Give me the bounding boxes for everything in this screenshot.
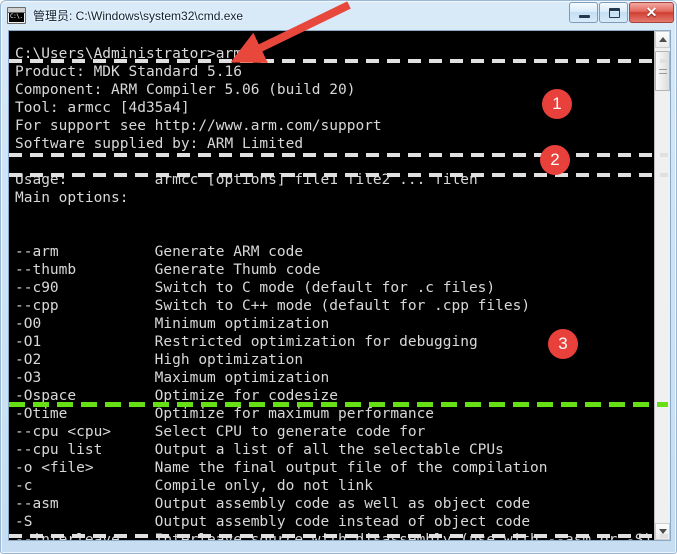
console-line: For support see http://www.arm.com/suppo… (15, 118, 382, 134)
title-bar[interactable]: C:\. 管理员: C:\Windows\system32\cmd.exe ✕ (1, 1, 677, 29)
annotation-badge-1: 1 (542, 89, 572, 119)
console-line: -O3 Maximum optimization (15, 370, 330, 386)
console-line: --c90 Switch to C mode (default for .c f… (15, 280, 496, 296)
console-line: --cpp Switch to C++ mode (default for .c… (15, 298, 531, 314)
console-line: Main options: (15, 190, 129, 206)
console-line: --asm Output assembly code as well as ob… (15, 496, 531, 512)
console-line: -Otime Optimize for maximum performance (15, 406, 435, 422)
console-line: -c Compile only, do not link (15, 478, 373, 494)
maximize-button[interactable] (599, 2, 628, 23)
console-output: C:\Users\Administrator>armcc Product: MDK… (15, 45, 655, 540)
annotation-dashed-line-green (9, 402, 668, 407)
icon-screen-text: C:\. (9, 12, 24, 22)
annotation-dashed-line-white (9, 173, 668, 177)
minimize-button[interactable] (569, 2, 598, 23)
annotation-dashed-line-white (9, 534, 668, 538)
annotation-dashed-line-white (9, 59, 668, 63)
scrollbar-thumb[interactable] (655, 51, 670, 91)
console-line: -S Output assembly code instead of objec… (15, 514, 531, 530)
scroll-up-button[interactable] (655, 31, 670, 48)
annotation-badge-2: 2 (540, 145, 570, 175)
vertical-scrollbar[interactable] (654, 31, 670, 540)
scrollbar-grip-line (659, 73, 667, 74)
chevron-up-icon (659, 37, 667, 42)
cmd-console-icon: C:\. (7, 6, 26, 24)
console-line: Product: MDK Standard 5.16 (15, 64, 242, 80)
minimize-icon (579, 15, 590, 18)
window-title: 管理员: C:\Windows\system32\cmd.exe (33, 8, 244, 23)
close-button[interactable]: ✕ (629, 2, 674, 23)
console-line: --thumb Generate Thumb code (15, 262, 321, 278)
maximize-icon (609, 8, 620, 18)
console-line: --cpu <cpu> Select CPU to generate code … (15, 424, 426, 440)
close-icon: ✕ (645, 4, 658, 20)
annotation-badge-3: 3 (548, 329, 578, 359)
caption-buttons: ✕ (568, 2, 674, 23)
cmd-window: C:\. 管理员: C:\Windows\system32\cmd.exe ✕ … (0, 0, 677, 554)
scrollbar-grip-line (659, 69, 667, 70)
console-line: -o <file> Name the final output file of … (15, 460, 548, 476)
console-line: --arm Generate ARM code (15, 244, 304, 260)
console-line: --cpu list Output a list of all the sele… (15, 442, 504, 458)
